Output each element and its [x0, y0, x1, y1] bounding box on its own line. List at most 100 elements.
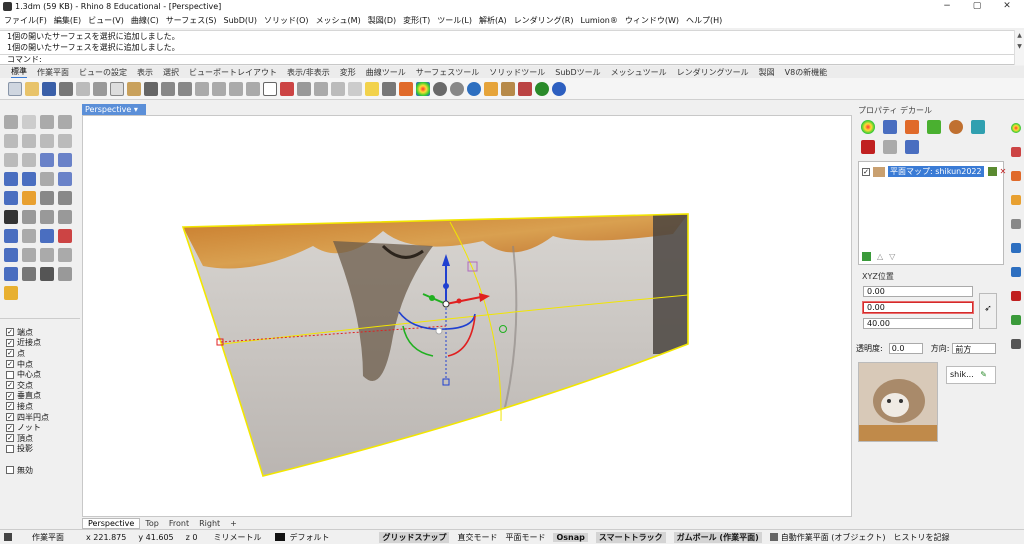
zoom-icon[interactable] [195, 81, 209, 96]
circle-icon[interactable] [4, 134, 18, 148]
osnap-intersection[interactable]: ✓ 交点 [0, 380, 80, 391]
cut-icon[interactable] [93, 81, 107, 96]
minimize-button[interactable]: − [932, 0, 962, 13]
named-views-tab-icon[interactable] [1011, 219, 1021, 229]
checkbox[interactable] [6, 370, 14, 379]
checkbox[interactable]: ✓ [6, 423, 14, 432]
maximize-button[interactable]: ▢ [962, 0, 992, 13]
checkbox[interactable]: ✓ [6, 338, 14, 347]
viewport-title[interactable]: Perspective ▾ [82, 104, 146, 115]
split-icon[interactable] [4, 210, 18, 224]
opacity-field[interactable]: 0.0 [888, 343, 923, 354]
grid-snap-toggle[interactable]: グリッドスナップ [379, 531, 450, 543]
menu-dimension[interactable]: 製図(D) [368, 15, 396, 26]
edit-icon[interactable] [987, 167, 997, 176]
dimension-icon[interactable] [22, 229, 36, 243]
properties-tab-icon[interactable] [1011, 123, 1021, 133]
arc-icon[interactable] [22, 134, 36, 148]
render-icon[interactable] [518, 81, 532, 96]
shaded-view-icon[interactable] [297, 81, 311, 96]
add-viewport-icon[interactable]: + [225, 519, 242, 528]
color-wheel-icon[interactable] [861, 120, 875, 134]
lock-icon[interactable] [382, 81, 396, 96]
sphere-icon[interactable] [22, 172, 36, 186]
tab-set-view[interactable]: ビューの設定 [79, 67, 127, 78]
curvature-icon[interactable] [883, 140, 897, 154]
select-all-icon[interactable] [331, 81, 345, 96]
cylinder-icon[interactable] [40, 172, 54, 186]
menu-edit[interactable]: 編集(E) [54, 15, 81, 26]
viewport-tab-front[interactable]: Front [164, 519, 194, 528]
display-tab-icon[interactable] [1011, 171, 1021, 181]
ortho-toggle[interactable]: 直交モード [457, 532, 497, 543]
checkbox[interactable] [6, 466, 14, 475]
texture-mapping-icon[interactable] [927, 120, 941, 134]
explode-icon[interactable] [22, 191, 36, 205]
render-sphere-icon[interactable] [433, 81, 447, 96]
layer-icon[interactable] [399, 81, 413, 96]
help-tab-icon[interactable] [1011, 195, 1021, 205]
osnap-quad[interactable]: ✓ 四半円点 [0, 412, 80, 423]
cube-icon[interactable] [971, 120, 985, 134]
hide-objects-icon[interactable] [348, 81, 362, 96]
osnap-center[interactable]: 中心点 [0, 369, 80, 380]
osnap-tan[interactable]: ✓ 接点 [0, 401, 80, 412]
rendered-view-icon[interactable] [535, 81, 549, 96]
rectangle-icon[interactable] [40, 134, 54, 148]
close-button[interactable]: ✕ [992, 0, 1022, 13]
open-folder-icon[interactable] [25, 81, 39, 96]
checkbox[interactable] [6, 444, 14, 453]
pan-icon[interactable] [161, 81, 175, 96]
menu-window[interactable]: ウィンドウ(W) [625, 15, 679, 26]
osnap-vertex[interactable]: ✓ 頂点 [0, 433, 80, 444]
gumball-toggle[interactable]: ガムボール (作業平面) [673, 531, 762, 543]
menu-tools[interactable]: ツール(L) [437, 15, 472, 26]
tab-mesh-tools[interactable]: メッシュツール [611, 67, 667, 78]
text-icon[interactable] [4, 229, 18, 243]
tab-render-tools[interactable]: レンダリングツール [677, 67, 749, 78]
tab-viewport-layout[interactable]: ビューポートレイアウト [189, 67, 277, 78]
checkbox[interactable]: ✓ [6, 328, 14, 337]
lights-tab-icon[interactable] [1011, 267, 1021, 277]
select-arrow-icon[interactable] [4, 115, 18, 129]
checkbox[interactable]: ✓ [862, 167, 870, 176]
trim-icon[interactable] [58, 191, 72, 205]
menu-curve[interactable]: 曲線(C) [131, 15, 159, 26]
add-icon[interactable] [862, 252, 871, 261]
box-icon[interactable] [4, 172, 18, 186]
layers-tab-icon[interactable] [1011, 147, 1021, 157]
osnap-disable[interactable]: 無効 [0, 465, 80, 476]
osnap-perp[interactable]: ✓ 垂直点 [0, 391, 80, 402]
print-icon[interactable] [59, 81, 73, 96]
decal-item[interactable]: ✓ 平面マップ: shikun2022 ✕ [862, 166, 1006, 177]
rebuild-icon[interactable] [40, 210, 54, 224]
polyline-icon[interactable] [40, 115, 54, 129]
menu-subd[interactable]: SubD(U) [224, 16, 257, 25]
zoom-window-icon[interactable] [212, 81, 226, 96]
checkbox[interactable]: ✓ [6, 381, 14, 390]
material-icon[interactable] [949, 120, 963, 134]
smart-track-toggle[interactable]: スマートトラック [595, 531, 666, 543]
object-icon[interactable] [883, 120, 897, 134]
checkbox[interactable]: ✓ [6, 360, 14, 369]
scale-icon[interactable] [22, 267, 36, 281]
extrude-icon[interactable] [58, 172, 72, 186]
menu-mesh[interactable]: メッシュ(M) [316, 15, 361, 26]
save-icon[interactable] [42, 81, 56, 96]
move-icon[interactable] [40, 248, 54, 262]
copy-icon[interactable] [110, 81, 124, 96]
fillet-icon[interactable] [4, 153, 18, 167]
checkbox[interactable]: ✓ [6, 391, 14, 400]
move-down-icon[interactable]: ▽ [889, 252, 895, 261]
textured-surface[interactable] [173, 206, 693, 486]
gumball-y-scale[interactable] [429, 295, 435, 301]
tab-subd-tools[interactable]: SubDツール [555, 67, 600, 78]
viewport-tab-top[interactable]: Top [140, 519, 164, 528]
loft-icon[interactable] [58, 153, 72, 167]
libraries-tab-icon[interactable] [1011, 291, 1021, 301]
materials-tab-icon[interactable] [1011, 315, 1021, 325]
checkbox[interactable]: ✓ [6, 349, 14, 358]
tab-cplanes[interactable]: 作業平面 [37, 67, 69, 78]
ellipse-icon[interactable] [58, 134, 72, 148]
gumball-z-scale[interactable] [443, 283, 449, 289]
